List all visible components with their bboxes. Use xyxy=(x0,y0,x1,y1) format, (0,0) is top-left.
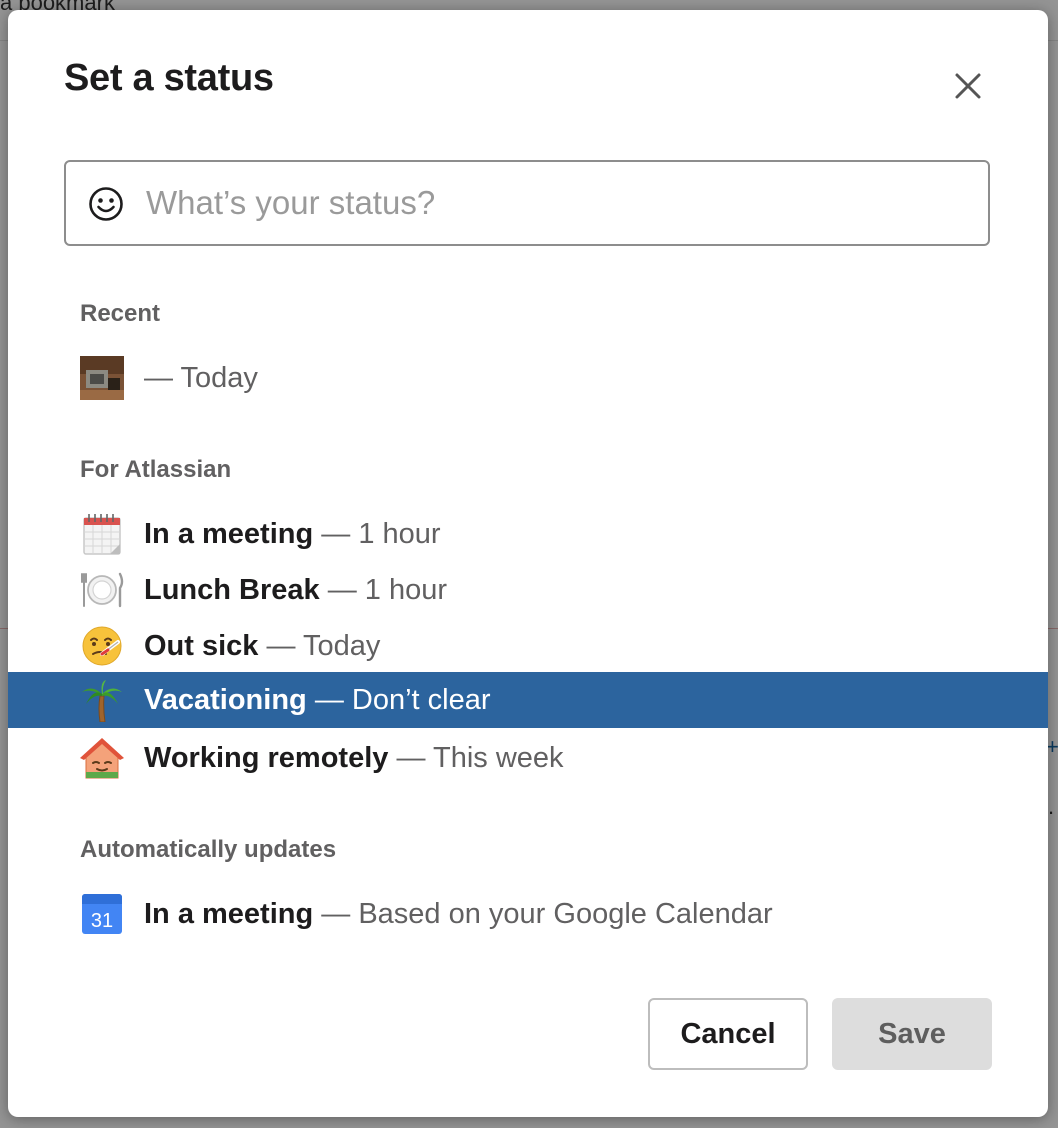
status-duration: Don’t clear xyxy=(351,684,491,716)
status-title: Working remotely xyxy=(144,742,389,774)
status-duration: 1 hour xyxy=(358,518,441,550)
status-option-lunch-break[interactable]: Lunch Break — 1 hour xyxy=(8,562,1048,618)
status-separator: — xyxy=(321,518,351,550)
status-option-label: In a meeting — Based on your Google Cale… xyxy=(144,898,773,930)
status-option-label: Out sick — Today xyxy=(144,630,380,662)
status-option-recent-today[interactable]: — Today xyxy=(8,350,1048,406)
status-title: In a meeting xyxy=(144,518,314,550)
status-option-calendar-meeting[interactable]: 31 In a meeting — Based on your Google C… xyxy=(8,886,1048,942)
status-duration: 1 hour xyxy=(364,574,448,606)
thermometer-face-icon xyxy=(82,626,122,666)
status-separator: — xyxy=(327,574,357,606)
smiley-icon xyxy=(89,187,123,221)
section-header-recent: Recent xyxy=(80,300,161,327)
status-option-vacationing[interactable]: Vacationing — Don’t clear xyxy=(8,672,1048,728)
section-header-automatically-updates: Automatically updates xyxy=(80,836,337,863)
plate-with-cutlery-icon xyxy=(81,572,124,608)
status-title: Out sick xyxy=(144,630,259,662)
calendar-day-number: 31 xyxy=(91,910,113,932)
status-option-label: Vacationing — Don’t clear xyxy=(144,684,491,716)
emoji-picker-button[interactable] xyxy=(88,186,124,222)
status-separator: — xyxy=(396,742,426,774)
status-separator: — xyxy=(314,684,344,716)
house-with-face-icon xyxy=(80,738,124,779)
status-option-in-a-meeting[interactable]: In a meeting — 1 hour xyxy=(8,506,1048,562)
status-title: Vacationing xyxy=(144,684,307,716)
set-status-modal: Set a status Recent — To xyxy=(8,10,1048,1117)
section-header-for-atlassian: For Atlassian xyxy=(80,456,232,483)
close-button[interactable] xyxy=(952,70,984,102)
status-title: In a meeting xyxy=(144,898,314,930)
status-duration: Based on your Google Calendar xyxy=(358,898,773,930)
status-option-label: — Today xyxy=(144,362,258,394)
status-separator: — xyxy=(321,898,351,930)
status-option-label: Lunch Break — 1 hour xyxy=(144,574,447,606)
modal-title: Set a status xyxy=(64,57,274,99)
status-duration: Today xyxy=(303,630,381,662)
status-input-wrapper xyxy=(64,160,990,246)
status-duration: This week xyxy=(433,742,564,774)
save-button[interactable]: Save xyxy=(832,998,992,1070)
status-option-out-sick[interactable]: Out sick — Today xyxy=(8,618,1048,674)
status-duration: Today xyxy=(180,362,258,394)
status-input[interactable] xyxy=(146,176,966,230)
google-calendar-icon: 31 xyxy=(82,894,122,934)
custom-photo-emoji-icon xyxy=(80,356,124,400)
status-separator: — xyxy=(144,362,173,394)
palm-tree-icon xyxy=(82,680,122,722)
cancel-button[interactable]: Cancel xyxy=(648,998,808,1070)
status-option-label: In a meeting — 1 hour xyxy=(144,518,441,550)
status-title: Lunch Break xyxy=(144,574,320,606)
status-separator: — xyxy=(266,630,296,662)
status-option-working-remotely[interactable]: Working remotely — This week xyxy=(8,730,1048,786)
spiral-calendar-icon xyxy=(83,514,121,555)
close-icon xyxy=(955,73,981,99)
status-option-label: Working remotely — This week xyxy=(144,742,564,774)
